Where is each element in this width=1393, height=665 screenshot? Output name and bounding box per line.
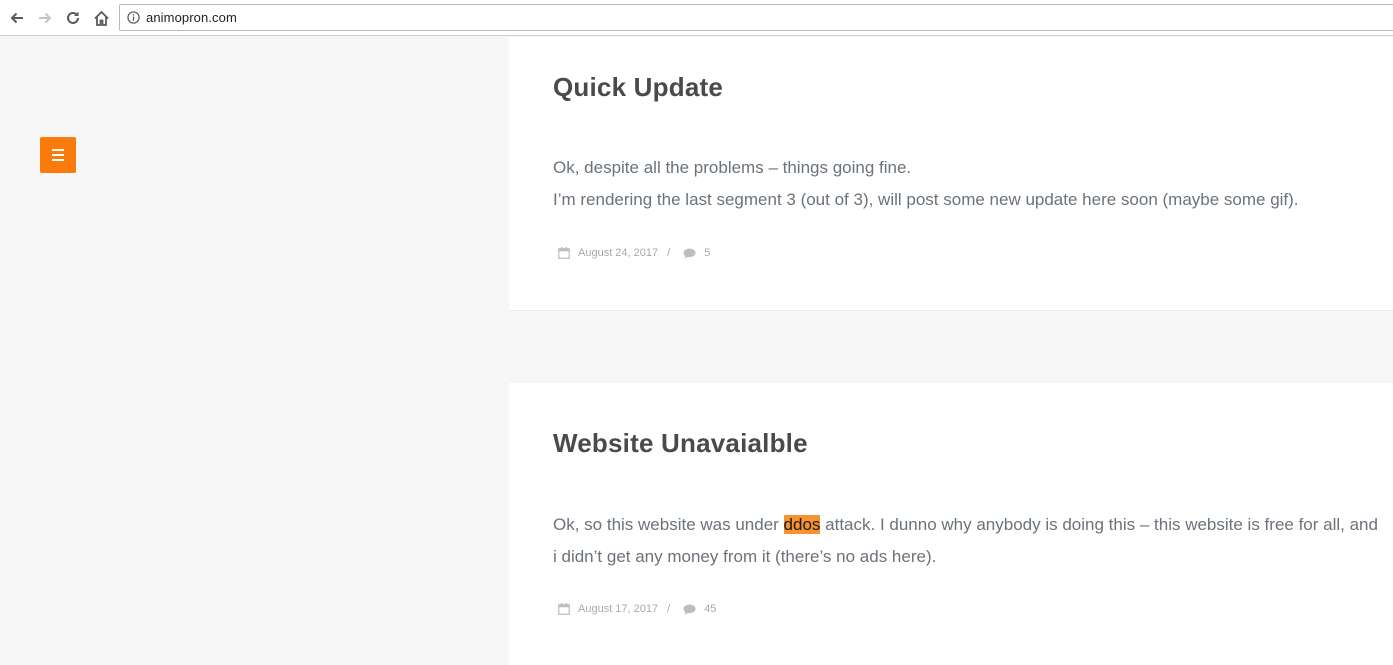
- reload-icon: [67, 11, 79, 24]
- calendar-icon: [558, 603, 570, 615]
- home-button[interactable]: [89, 6, 113, 30]
- post-date[interactable]: August 17, 2017: [578, 603, 658, 615]
- hamburger-bar: [52, 149, 64, 151]
- hamburger-bar: [52, 159, 64, 161]
- post-body: Ok, despite all the problems – things go…: [553, 152, 1383, 216]
- comment-count[interactable]: 5: [704, 247, 710, 259]
- calendar-icon: [558, 247, 570, 259]
- post-text-segment: Ok, so this website was under: [553, 515, 784, 534]
- post-body: Ok, so this website was under ddos attac…: [553, 509, 1383, 573]
- comment-count[interactable]: 45: [704, 603, 716, 615]
- browser-toolbar: animopron.com: [0, 0, 1393, 36]
- menu-button[interactable]: [40, 137, 76, 173]
- meta-separator: /: [667, 247, 671, 259]
- reload-button[interactable]: [61, 6, 85, 30]
- home-icon: [93, 10, 109, 26]
- post-card: Website Unavaialble Ok, so this website …: [509, 383, 1393, 665]
- post-text-line: I’m rendering the last segment 3 (out of…: [553, 190, 1299, 209]
- forward-button[interactable]: [33, 6, 57, 30]
- post-text: Ok, so this website was under ddos attac…: [553, 509, 1383, 573]
- comment-icon: [683, 604, 696, 615]
- arrow-left-icon: [10, 12, 23, 24]
- search-highlight: ddos: [783, 515, 821, 534]
- post-meta: August 17, 2017 / 45: [558, 603, 716, 615]
- post-date[interactable]: August 24, 2017: [578, 247, 658, 259]
- info-icon[interactable]: [127, 11, 140, 24]
- post-title[interactable]: Website Unavaialble: [553, 428, 808, 459]
- post-text-line: Ok, despite all the problems – things go…: [553, 158, 912, 177]
- hamburger-bar: [52, 154, 64, 156]
- post-card: Quick Update Ok, despite all the problem…: [509, 37, 1393, 311]
- back-button[interactable]: [5, 6, 29, 30]
- post-title[interactable]: Quick Update: [553, 72, 723, 103]
- arrow-right-icon: [39, 12, 52, 24]
- meta-separator: /: [667, 603, 671, 615]
- address-bar[interactable]: animopron.com: [119, 4, 1393, 31]
- url-text[interactable]: animopron.com: [146, 10, 237, 25]
- comment-icon: [683, 248, 696, 259]
- post-meta: August 24, 2017 / 5: [558, 247, 710, 259]
